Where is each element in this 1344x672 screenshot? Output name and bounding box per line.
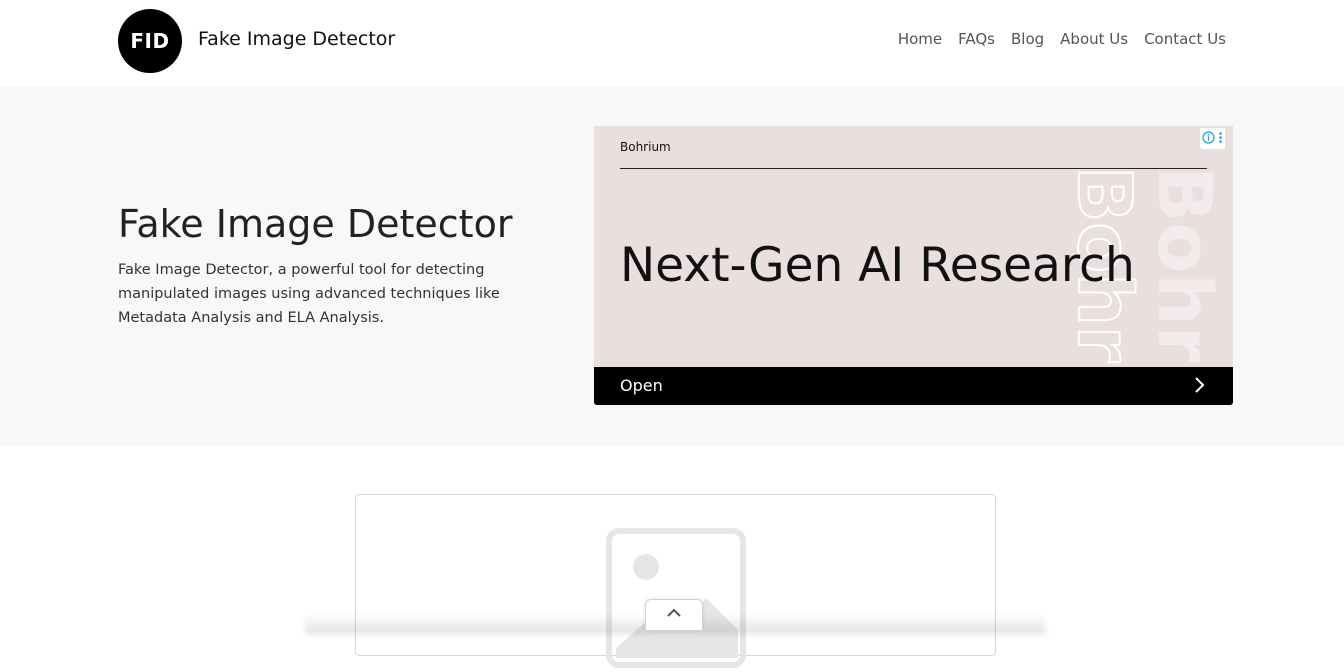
hero-description: Fake Image Detector, a powerful tool for… [118, 262, 500, 326]
chevron-up-icon [667, 608, 681, 617]
ad-choices[interactable] [1200, 128, 1225, 149]
site-title[interactable]: Fake Image Detector [198, 28, 395, 50]
nav-faqs[interactable]: FAQs [958, 30, 995, 48]
site-header: FID Fake Image Detector Home FAQs Blog A… [0, 0, 1344, 86]
ad-open-button[interactable]: Open [594, 367, 1233, 405]
info-icon[interactable] [1202, 129, 1215, 148]
ad-headline: Next-Gen AI Research [620, 238, 1135, 293]
nav-contact-us[interactable]: Contact Us [1144, 30, 1226, 48]
chevron-right-icon [1193, 376, 1205, 398]
site-logo[interactable]: FID [118, 9, 182, 73]
scroll-to-top-button[interactable] [645, 599, 703, 631]
advertisement[interactable]: Bohrium Bohrium Bohrium Next-Gen AI Rese… [594, 126, 1233, 405]
nav-blog[interactable]: Blog [1011, 30, 1044, 48]
logo-text: FID [130, 29, 170, 53]
nav-home[interactable]: Home [898, 30, 942, 48]
hero-title: Fake Image Detector [118, 202, 513, 246]
more-vertical-icon[interactable] [1218, 129, 1223, 148]
ad-watermark-text-solid: Bohrium [1141, 166, 1227, 366]
ad-open-label: Open [620, 376, 663, 395]
hero-section: Fake Image Detector Fake Image Detector,… [0, 86, 1344, 446]
nav-about-us[interactable]: About Us [1060, 30, 1128, 48]
main-nav: Home FAQs Blog About Us Contact Us [898, 30, 1226, 48]
ad-brand: Bohrium [620, 140, 671, 154]
